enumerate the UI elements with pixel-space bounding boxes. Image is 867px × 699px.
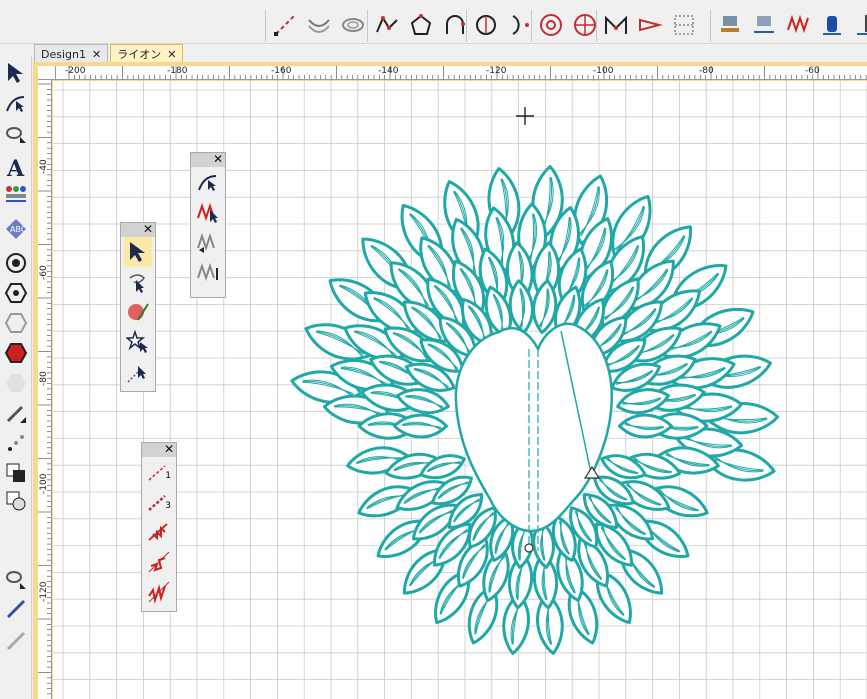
satin-line-icon[interactable] xyxy=(145,547,173,577)
line-select-icon[interactable] xyxy=(124,357,152,387)
line-tool-icon[interactable] xyxy=(270,10,300,40)
color-select-icon[interactable] xyxy=(124,297,152,327)
monogram-icon[interactable]: ABC xyxy=(3,216,29,242)
vertical-ruler[interactable]: -40 -60 -80 -100 -120 xyxy=(38,80,52,699)
hexagon-icon[interactable] xyxy=(3,280,29,306)
zigzag-select-icon[interactable] xyxy=(194,197,222,227)
ruler-label: -120 xyxy=(486,66,507,76)
spool-icon[interactable] xyxy=(817,10,847,40)
select-arrow-icon[interactable] xyxy=(3,60,29,86)
pen-icon[interactable] xyxy=(3,596,29,622)
select-tools-palette: ✕ xyxy=(120,222,156,392)
ruler-label: -40 xyxy=(39,159,49,174)
stitch-lines-palette: ✕ 1 3 xyxy=(141,442,177,612)
ruler-label: -120 xyxy=(39,581,49,602)
ruler-label: -80 xyxy=(699,66,714,76)
embroidery-app-window: Design1 ✕ ライオン ✕ A ABC -200 -180 -160 -1… xyxy=(0,0,867,699)
edit-node-icon[interactable] xyxy=(3,90,29,116)
close-icon[interactable]: ✕ xyxy=(143,222,153,236)
ring-icon[interactable] xyxy=(338,10,368,40)
arrow-stitch-icon[interactable] xyxy=(635,10,665,40)
single-run-label: 1 xyxy=(165,471,171,481)
zigzag-line-icon[interactable] xyxy=(145,577,173,607)
single-run-icon[interactable]: 1 xyxy=(145,457,173,487)
triple-run-icon[interactable]: 3 xyxy=(145,487,173,517)
knife-icon[interactable] xyxy=(3,628,29,654)
horizontal-ruler[interactable]: -200 -180 -160 -140 -120 -100 -80 -60 xyxy=(56,66,867,80)
ruler-label: -80 xyxy=(39,371,49,386)
ruler-label: -180 xyxy=(167,66,188,76)
ruler-label: -160 xyxy=(271,66,292,76)
circle-icon[interactable] xyxy=(3,250,29,276)
left-toolbox: A ABC xyxy=(0,56,32,699)
hex-outline-icon[interactable] xyxy=(3,370,29,396)
red-hexagon-icon[interactable] xyxy=(3,340,29,366)
needle-tool-icon[interactable] xyxy=(851,10,867,40)
bean-stitch-icon[interactable] xyxy=(145,517,173,547)
spiral-icon[interactable] xyxy=(3,310,29,336)
machine-tool-2-icon[interactable] xyxy=(749,10,779,40)
shape-combine-icon[interactable] xyxy=(3,488,29,514)
close-icon[interactable]: ✕ xyxy=(164,442,174,456)
svg-text:A: A xyxy=(6,156,25,179)
fill-stitch-icon[interactable] xyxy=(194,257,222,287)
ruler-label: -100 xyxy=(39,473,49,494)
grid-stitch-icon[interactable] xyxy=(669,10,699,40)
circle-tools-group xyxy=(466,10,535,42)
morph-icon[interactable] xyxy=(3,120,29,146)
people-icon[interactable] xyxy=(3,182,29,208)
magic-select-icon[interactable] xyxy=(124,327,152,357)
node-polygon-icon[interactable] xyxy=(372,10,402,40)
edit-stitch-icon[interactable] xyxy=(194,167,222,197)
lasso-select-icon[interactable] xyxy=(124,267,152,297)
node-tools-group xyxy=(367,10,470,42)
stitch-path-icon[interactable] xyxy=(601,10,631,40)
text-icon[interactable]: A xyxy=(3,154,29,180)
ruler-label: -100 xyxy=(593,66,614,76)
svg-text:ABC: ABC xyxy=(10,225,27,234)
ruler-label: -200 xyxy=(65,66,86,76)
circle-node-icon[interactable] xyxy=(471,10,501,40)
palette-titlebar[interactable]: ✕ xyxy=(191,152,225,167)
ruler-corner[interactable] xyxy=(38,66,56,80)
mandala-icon[interactable] xyxy=(536,10,566,40)
machine-tools-group xyxy=(710,10,867,42)
ruler-label: -60 xyxy=(805,66,820,76)
node-tool-icon[interactable] xyxy=(3,430,29,456)
fill-icon[interactable] xyxy=(3,460,29,486)
tab-design1[interactable]: Design1 ✕ xyxy=(34,44,109,64)
tab-lion[interactable]: ライオン ✕ xyxy=(110,44,184,64)
zigzag-icon[interactable] xyxy=(783,10,813,40)
morph-2-icon[interactable] xyxy=(3,566,29,592)
stitch-tools-group xyxy=(596,10,699,42)
stitch-type-palette: ✕ xyxy=(190,152,226,298)
top-toolbar xyxy=(0,0,867,44)
arc-curve-icon[interactable] xyxy=(304,10,334,40)
satin-stitch-icon[interactable] xyxy=(194,227,222,257)
ruler-label: -140 xyxy=(378,66,399,76)
machine-tool-icon[interactable] xyxy=(715,10,745,40)
node-shape-icon[interactable] xyxy=(406,10,436,40)
pencil-icon[interactable] xyxy=(3,400,29,426)
pattern-tools-group xyxy=(531,10,600,42)
triple-run-label: 3 xyxy=(165,501,171,511)
select-arrow-icon[interactable] xyxy=(124,237,152,267)
shape-tools-group xyxy=(265,10,368,42)
ruler-label: -60 xyxy=(39,265,49,280)
palette-titlebar[interactable]: ✕ xyxy=(142,442,176,457)
document-tabs: Design1 ✕ ライオン ✕ xyxy=(34,44,185,64)
close-icon[interactable]: ✕ xyxy=(213,152,223,166)
palette-titlebar[interactable]: ✕ xyxy=(121,222,155,237)
